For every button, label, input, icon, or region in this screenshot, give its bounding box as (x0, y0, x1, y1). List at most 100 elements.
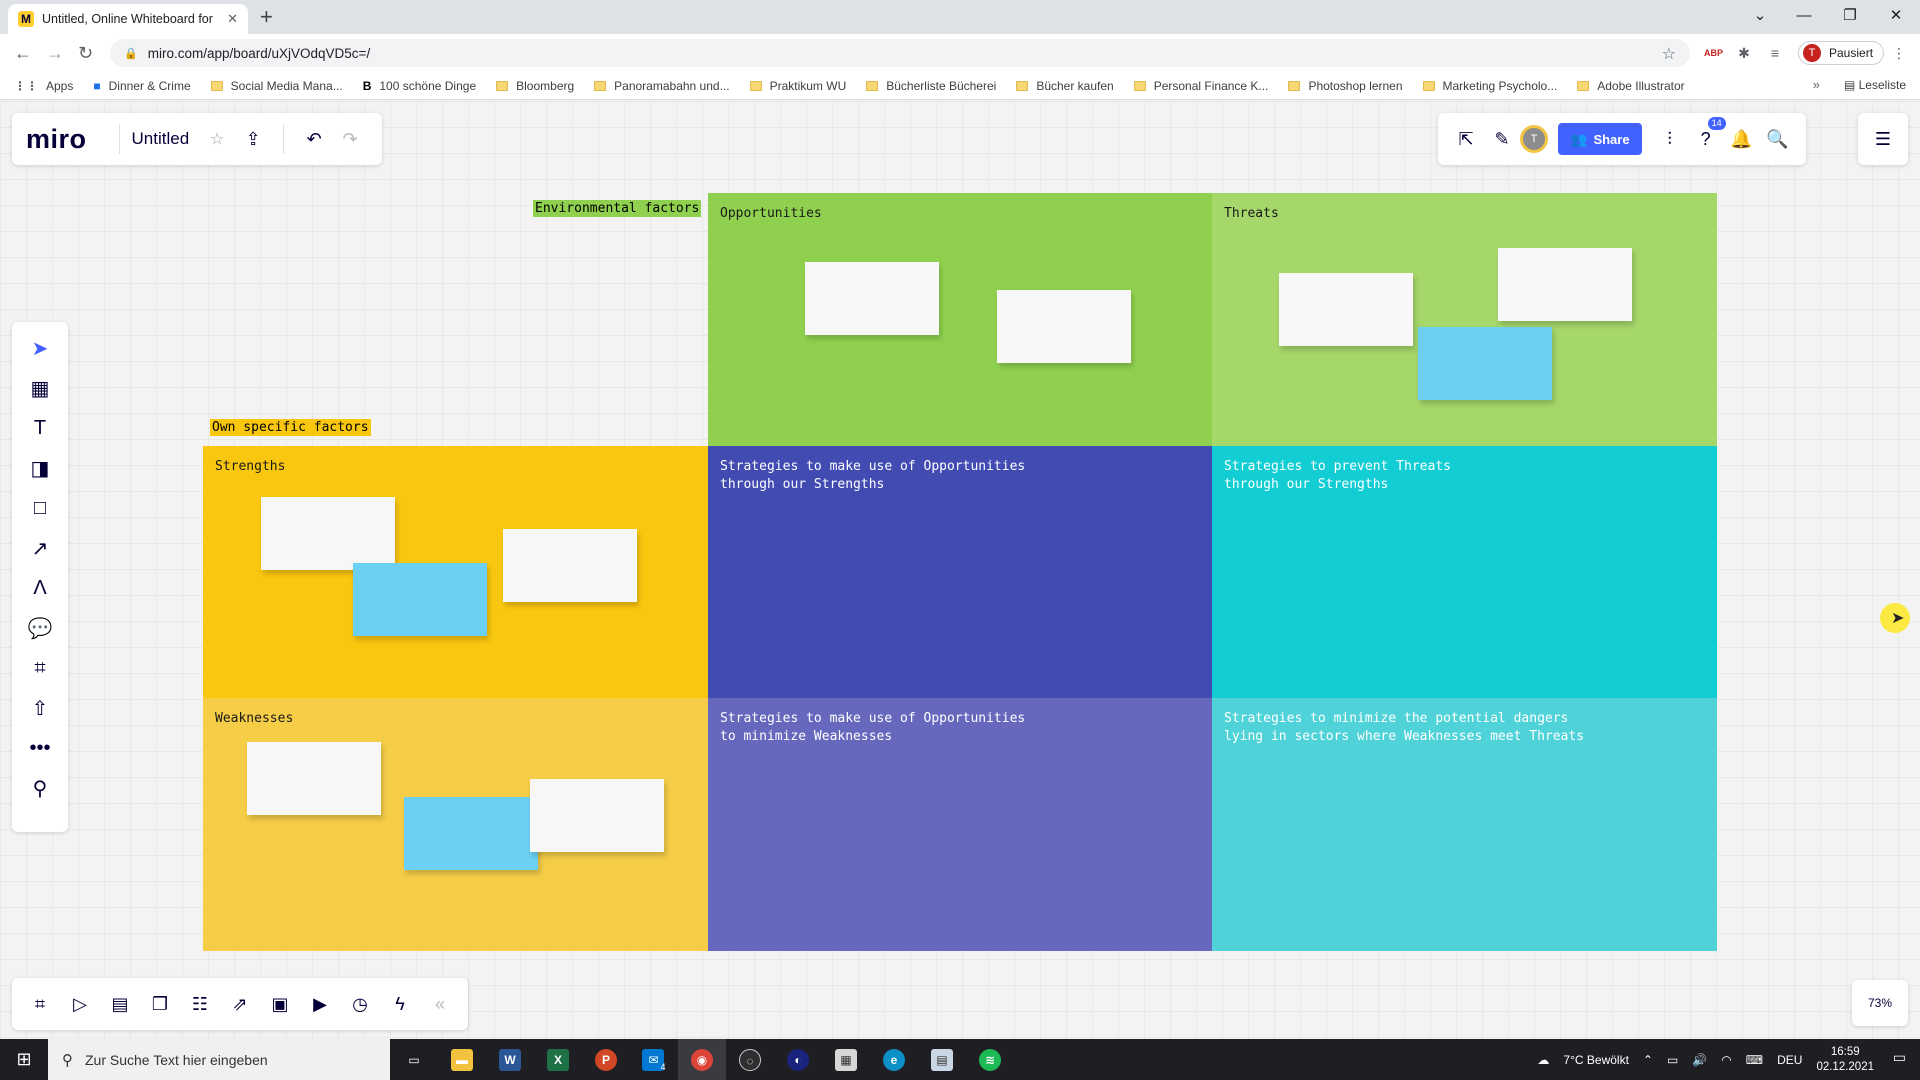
mail-icon[interactable]: ✉ 4 (630, 1039, 678, 1080)
search-icon[interactable]: 🔍 (1760, 121, 1796, 157)
templates-icon[interactable]: ▦ (12, 368, 68, 408)
sticky-note[interactable] (1498, 248, 1632, 321)
browser-menu-icon[interactable]: ⋮ (1890, 44, 1908, 62)
timer-icon[interactable]: ◷ (340, 986, 380, 1022)
bookmark-item[interactable]: ⋮⋮ Apps (14, 79, 73, 93)
taskbar-search[interactable]: ⚲ Zur Suche Text hier eingeben (48, 1039, 390, 1080)
close-window-button[interactable]: ✕ (1876, 4, 1916, 28)
share-screen-icon[interactable]: ⇗ (220, 986, 260, 1022)
bookmark-folder[interactable]: Personal Finance K... (1133, 79, 1268, 93)
tab-search-icon[interactable]: ⌄ (1740, 4, 1780, 28)
clock[interactable]: 16:59 02.12.2021 (1816, 1045, 1874, 1075)
chrome-icon[interactable]: ◉ (678, 1039, 726, 1080)
windows-start-icon[interactable]: ⊞ (0, 1049, 48, 1070)
restore-button[interactable]: ❐ (1830, 4, 1870, 28)
redo-icon[interactable]: ↷ (332, 121, 368, 157)
tab-close-icon[interactable]: ✕ (227, 11, 238, 27)
text-tool-icon[interactable]: T (12, 408, 68, 448)
address-bar[interactable]: 🔒 miro.com/app/board/uXjVOdqVD5c=/ ☆ (110, 39, 1690, 67)
more-tools-icon[interactable]: ••• (12, 728, 68, 768)
powerpoint-icon[interactable]: P (582, 1039, 630, 1080)
edge-icon[interactable]: e (870, 1039, 918, 1080)
pen-icon[interactable]: Ʌ (12, 568, 68, 608)
battery-icon[interactable]: ▭ (1667, 1053, 1678, 1067)
bookmark-folder[interactable]: Praktikum WU (749, 79, 846, 93)
bookmark-folder[interactable]: Photoshop lernen (1288, 79, 1403, 93)
keyboard-icon[interactable]: ⌨ (1746, 1053, 1763, 1067)
notes-icon[interactable]: ☰ (1865, 121, 1901, 157)
extensions-puzzle-icon[interactable]: ✱ (1735, 44, 1753, 62)
task-view-icon[interactable]: ▭ (390, 1039, 438, 1080)
reading-list[interactable]: ▤ Leseliste (1844, 78, 1906, 92)
sticky-note[interactable] (1418, 327, 1552, 400)
reload-icon[interactable]: ↻ (78, 42, 93, 64)
so-strategies-cell[interactable]: Strategies to make use of Opportunities … (708, 446, 1212, 698)
cloud-icon[interactable]: ☁ (1537, 1053, 1549, 1067)
lightning-icon[interactable]: ϟ (380, 986, 420, 1022)
sticky-note[interactable] (247, 742, 381, 815)
wo-strategies-cell[interactable]: Strategies to make use of Opportunities … (708, 698, 1212, 951)
sticky-note[interactable] (353, 563, 487, 636)
app-icon[interactable]: ▦ (822, 1039, 870, 1080)
weather[interactable]: 7°C Bewölkt (1563, 1053, 1629, 1067)
upload-icon[interactable]: ⇧ (12, 688, 68, 728)
notification-icon[interactable]: ▭ (1893, 1049, 1906, 1066)
wt-strategies-cell[interactable]: Strategies to minimize the potential dan… (1212, 698, 1717, 951)
video-call-icon[interactable]: ▶ (300, 986, 340, 1022)
export-icon[interactable]: ⇪ (235, 121, 271, 157)
sticky-note[interactable] (1279, 273, 1413, 346)
notes-panel[interactable]: ☰ (1858, 113, 1908, 165)
connection-line-icon[interactable]: ↗ (12, 528, 68, 568)
chevron-up-icon[interactable]: ⌃ (1643, 1053, 1653, 1067)
bookmark-folder[interactable]: Bücherliste Bücherei (866, 79, 996, 93)
bookmark-folder[interactable]: Marketing Psycholo... (1422, 79, 1557, 93)
volume-icon[interactable]: 🔊 (1692, 1053, 1707, 1067)
whiteboard-canvas[interactable]: Environmental factors Own specific facto… (0, 101, 1920, 1039)
more-bookmarks-icon[interactable]: » (1813, 77, 1820, 92)
sticky-note[interactable] (530, 779, 664, 852)
sticky-note[interactable] (404, 797, 538, 870)
select-cursor-icon[interactable]: ➤ (12, 328, 68, 368)
app-icon[interactable]: ◐ (774, 1039, 822, 1080)
sticky-note[interactable] (997, 290, 1131, 363)
frames-icon[interactable]: ⌗ (20, 986, 60, 1022)
file-explorer-icon[interactable]: ▬ (438, 1039, 486, 1080)
reactions-icon[interactable]: ✎ (1484, 121, 1520, 157)
cursor-filter-icon[interactable]: ⇱ (1448, 121, 1484, 157)
adblock-extension-icon[interactable]: ABP (1704, 44, 1723, 62)
environmental-factors-tag[interactable]: Environmental factors (533, 200, 702, 217)
star-icon[interactable]: ☆ (199, 121, 235, 157)
avatar[interactable]: T (1520, 125, 1548, 153)
undo-icon[interactable]: ↶ (296, 121, 332, 157)
cards-icon[interactable]: ❐ (140, 986, 180, 1022)
back-icon[interactable]: ← (14, 42, 32, 64)
shape-icon[interactable]: □ (12, 488, 68, 528)
st-strategies-cell[interactable]: Strategies to prevent Threats through ou… (1212, 446, 1717, 698)
bell-icon[interactable]: 🔔 (1724, 121, 1760, 157)
miro-logo[interactable]: miro (26, 124, 87, 155)
bookmark-item[interactable]: B 100 schöne Dinge (363, 79, 476, 93)
board-title[interactable]: Untitled (132, 129, 190, 149)
minimize-button[interactable]: — (1784, 4, 1824, 28)
zoom-level[interactable]: 73% (1852, 980, 1908, 1026)
obs-icon[interactable]: ◌ (726, 1039, 774, 1080)
frame-icon[interactable]: ⌗ (12, 648, 68, 688)
profile-button[interactable]: T Pausiert (1798, 41, 1885, 65)
bookmark-star-icon[interactable]: ☆ (1662, 44, 1676, 64)
browser-tab-active[interactable]: M Untitled, Online Whiteboard for ✕ (8, 4, 248, 34)
bookmark-folder[interactable]: Adobe Illustrator (1577, 79, 1685, 93)
bookmark-folder[interactable]: Panoramabahn und... (594, 79, 730, 93)
excel-icon[interactable]: X (534, 1039, 582, 1080)
word-icon[interactable]: W (486, 1039, 534, 1080)
media-queue-icon[interactable]: ≡ (1766, 44, 1784, 62)
presentation-icon[interactable]: ▷ (60, 986, 100, 1022)
apps-plugin-icon[interactable]: ⚲ (12, 768, 68, 808)
settings-sliders-icon[interactable]: ⫶ (1652, 121, 1688, 157)
bookmark-item[interactable]: ■ Dinner & Crime (93, 79, 190, 93)
spotify-icon[interactable]: ≋ (966, 1039, 1014, 1080)
sticky-note-icon[interactable]: ◨ (12, 448, 68, 488)
opportunities-cell[interactable]: Opportunities (708, 193, 1212, 446)
forward-icon[interactable]: → (46, 42, 64, 64)
sticky-note[interactable] (261, 497, 395, 570)
comments-icon[interactable]: ▤ (100, 986, 140, 1022)
